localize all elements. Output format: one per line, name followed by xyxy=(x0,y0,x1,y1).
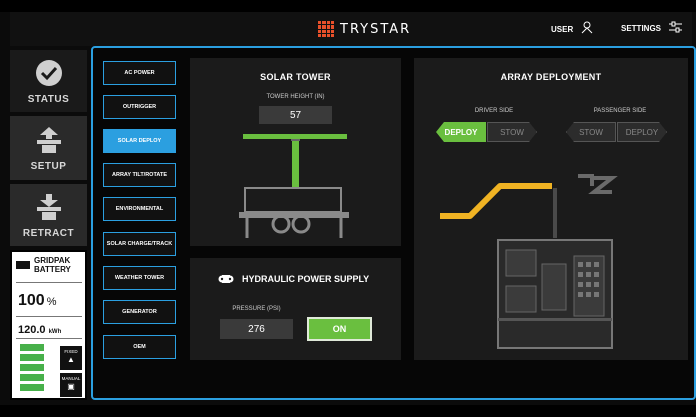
array-deployment-panel: ARRAY DEPLOYMENT DRIVER SIDE PASSENGER S… xyxy=(414,58,688,360)
array-deployment-title: ARRAY DEPLOYMENT xyxy=(500,72,602,82)
battery-level-bar xyxy=(20,344,44,351)
menu-item-solar-charge-track[interactable]: SOLAR CHARGE/TRACK xyxy=(103,232,176,256)
driver-deploy-button[interactable]: DEPLOY xyxy=(436,122,486,142)
user-label: USER xyxy=(551,24,574,34)
driver-side-label: DRIVER SIDE xyxy=(474,108,514,114)
battery-level-bars xyxy=(20,344,44,394)
battery-percent-value: 100 xyxy=(18,292,45,309)
battery-level-bar xyxy=(20,384,44,391)
trailer-wheel-right xyxy=(291,214,311,234)
solar-tower-illustration xyxy=(239,134,349,238)
trailer-body xyxy=(244,187,342,213)
user-button[interactable]: USER xyxy=(551,21,593,37)
nav-status-label: STATUS xyxy=(27,93,70,105)
pressure-value: 276 xyxy=(220,319,293,339)
battery-icon xyxy=(16,261,30,269)
battery-percent: 100% xyxy=(18,292,56,310)
unit-panel-lower xyxy=(505,285,537,313)
fixed-mode-label: FIXED xyxy=(64,349,78,354)
menu-item-environmental[interactable]: ENVIRONMENTAL xyxy=(103,197,176,221)
battery-energy-value: 120.0 xyxy=(18,324,46,336)
passenger-side-label: PASSENGER SIDE xyxy=(593,108,647,114)
battery-divider-top xyxy=(16,282,82,283)
fixed-mode-button[interactable]: FIXED ▲ xyxy=(60,346,82,370)
fixed-mode-icon: ▲ xyxy=(67,355,75,364)
tower-retract-icon xyxy=(36,193,61,220)
tower-setup-icon xyxy=(36,126,61,153)
array-mast xyxy=(553,188,557,238)
battery-title-line2: BATTERY xyxy=(34,265,71,274)
menu-item-ac-power[interactable]: AC POWER xyxy=(103,61,176,85)
battery-level-bar xyxy=(20,364,44,371)
unit-rail xyxy=(498,318,612,321)
sliders-icon xyxy=(669,21,683,36)
header-bar: TRYSTAR USER SETTINGS xyxy=(10,12,692,46)
deployed-array-wing xyxy=(440,183,552,219)
unit-panel-door xyxy=(541,263,567,311)
hydraulic-panel: HYDRAULIC POWER SUPPLY PRESSURE (PSI) 27… xyxy=(190,258,401,360)
battery-divider-low xyxy=(16,338,82,339)
driver-stow-button[interactable]: STOW xyxy=(487,122,537,142)
battery-level-bar xyxy=(20,354,44,361)
stowed-array-bracket xyxy=(578,174,594,186)
settings-button[interactable]: SETTINGS xyxy=(621,21,683,36)
array-deployment-illustration xyxy=(440,174,618,349)
menu-item-solar-deploy[interactable]: SOLAR DEPLOY xyxy=(103,129,176,153)
tower-height-label: TOWER HEIGHT (IN) xyxy=(266,94,325,100)
passenger-stow-button[interactable]: STOW xyxy=(566,122,616,142)
person-outline-icon xyxy=(581,21,593,37)
passenger-deploy-button[interactable]: DEPLOY xyxy=(617,122,667,142)
brand-logo-mark-icon xyxy=(318,21,334,37)
nav-retract-button[interactable]: RETRACT xyxy=(10,184,87,246)
manual-mode-button[interactable]: MANUAL ▣ xyxy=(60,373,82,397)
hydraulic-title: HYDRAULIC POWER SUPPLY xyxy=(242,274,370,284)
solar-tower-panel: SOLAR TOWER TOWER HEIGHT (IN) 57 xyxy=(190,58,401,246)
checkmark-circle-icon xyxy=(35,59,62,86)
solar-panel-bar xyxy=(243,134,347,139)
nav-setup-button[interactable]: SETUP xyxy=(10,116,87,180)
battery-level-bar xyxy=(20,374,44,381)
menu-item-array-tilt-rotate[interactable]: ARRAY TILT/ROTATE xyxy=(103,163,176,187)
gridpak-battery-panel: GRIDPAK BATTERY 100% 120.0 kWh FIXED ▲ M… xyxy=(10,250,87,400)
manual-mode-icon: ▣ xyxy=(67,382,75,391)
bezel-top xyxy=(0,0,696,12)
battery-title: GRIDPAK BATTERY xyxy=(16,256,71,274)
brand-logo: TRYSTAR xyxy=(318,20,411,38)
tower-mast xyxy=(292,139,299,187)
unit-panel-left xyxy=(505,249,537,277)
tower-height-value: 57 xyxy=(259,106,332,124)
mast-collar xyxy=(291,139,300,141)
menu-item-generator[interactable]: GENERATOR xyxy=(103,300,176,324)
menu-item-oem[interactable]: OEM xyxy=(103,335,176,359)
manual-mode-label: MANUAL xyxy=(61,376,81,381)
pressure-label: PRESSURE (PSI) xyxy=(232,306,281,312)
nav-retract-label: RETRACT xyxy=(22,227,75,239)
battery-percent-unit: % xyxy=(46,296,57,308)
menu-item-weather-tower[interactable]: WEATHER TOWER xyxy=(103,266,176,290)
trailer-base xyxy=(239,212,349,218)
trailer-wheel-left xyxy=(271,214,291,234)
battery-energy-unit: kWh xyxy=(48,329,62,335)
menu-item-outrigger[interactable]: OUTRIGGER xyxy=(103,95,176,119)
nav-setup-label: SETUP xyxy=(30,160,67,172)
battery-title-text: GRIDPAK BATTERY xyxy=(34,256,71,274)
brand-name: TRYSTAR xyxy=(340,21,412,37)
battery-title-line1: GRIDPAK xyxy=(34,256,71,265)
bezel-bottom xyxy=(0,405,696,417)
solar-tower-title: SOLAR TOWER xyxy=(260,72,331,82)
battery-divider-mid xyxy=(16,316,82,317)
hydraulic-on-button[interactable]: ON xyxy=(307,317,372,341)
app-screen: TRYSTAR USER SETTINGS STATUS SETUP RETRA… xyxy=(0,0,696,417)
nav-status-button[interactable]: STATUS xyxy=(10,50,87,112)
settings-label: SETTINGS xyxy=(621,24,662,33)
hydraulic-pump-icon xyxy=(218,275,234,283)
stowed-array-wing xyxy=(588,176,618,194)
battery-energy: 120.0 kWh xyxy=(18,324,61,336)
